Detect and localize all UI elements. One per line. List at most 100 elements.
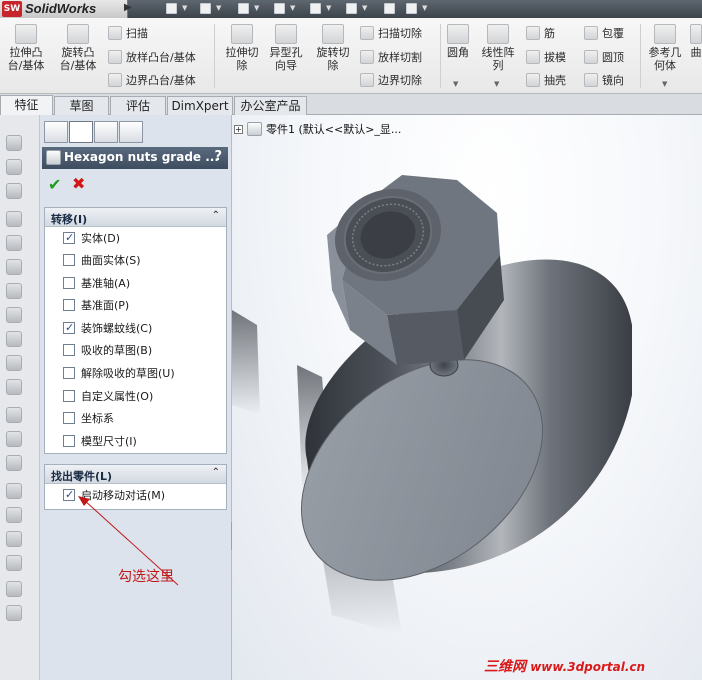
option-surface-bodies[interactable]: 曲面实体(S): [63, 252, 141, 268]
option-unabsorbed-sketches[interactable]: 解除吸收的草图(U): [63, 365, 175, 381]
shell-button[interactable]: 抽壳: [526, 71, 566, 89]
toolbar-pattern-icon[interactable]: [6, 355, 22, 371]
toolbar-shell-icon[interactable]: [6, 307, 22, 323]
checkbox[interactable]: [63, 367, 75, 379]
new-dropdown-icon[interactable]: ▼: [182, 4, 187, 12]
configuration-manager-tab-icon[interactable]: [94, 121, 118, 143]
toolbar-insert-part-icon[interactable]: [6, 483, 22, 499]
feature-manager-tab-icon[interactable]: [44, 121, 68, 143]
loft-boss-button[interactable]: 放样凸台/基体: [108, 48, 196, 66]
toolbar-fillet-icon[interactable]: [6, 235, 22, 251]
checkbox[interactable]: [63, 390, 75, 402]
checkbox[interactable]: [63, 344, 75, 356]
app-logo-area[interactable]: SW SolidWorks ▶: [0, 0, 132, 18]
tab-dimxpert[interactable]: DimXpert: [167, 96, 233, 115]
reference-dropdown-icon[interactable]: ▼: [662, 80, 667, 88]
checkbox[interactable]: [63, 231, 75, 244]
linear-pattern-button[interactable]: 线性阵 列: [478, 24, 518, 72]
transfer-group-header[interactable]: 转移(I) ⌃: [45, 208, 226, 227]
toolbar-sheet-icon[interactable]: [6, 581, 22, 597]
toolbar-chamfer-icon[interactable]: [6, 259, 22, 275]
open-dropdown-icon[interactable]: ▼: [216, 4, 221, 12]
toolbar-weld-icon[interactable]: [6, 605, 22, 621]
checkbox[interactable]: [63, 321, 75, 334]
revolve-cut-button[interactable]: 旋转切 除: [312, 24, 354, 72]
sweep-cut-button[interactable]: 扫描切除: [360, 24, 422, 42]
option-solid-bodies[interactable]: 实体(D): [63, 230, 120, 246]
hole-wizard-button[interactable]: 异型孔 向导: [266, 24, 306, 72]
toolbar-split-icon[interactable]: [6, 507, 22, 523]
option-custom-properties[interactable]: 自定义属性(O): [63, 388, 153, 404]
sweep-button[interactable]: 扫描: [108, 24, 148, 42]
toolbar-revolve-icon[interactable]: [6, 159, 22, 175]
options-dropdown-icon[interactable]: ▼: [422, 4, 427, 12]
rib-button[interactable]: 筋: [526, 24, 555, 42]
save-icon[interactable]: [236, 2, 252, 16]
print-icon[interactable]: [272, 2, 288, 16]
boundary-boss-button[interactable]: 边界凸台/基体: [108, 71, 196, 89]
tab-evaluate[interactable]: 评估: [110, 96, 166, 115]
menu-arrow-icon[interactable]: ▶: [124, 2, 134, 16]
option-planes[interactable]: 基准面(P): [63, 297, 129, 313]
checkbox[interactable]: [63, 299, 75, 311]
checkbox[interactable]: [63, 412, 75, 424]
option-cosmetic-threads[interactable]: 装饰螺蚊线(C): [63, 320, 152, 336]
graphics-area[interactable]: + 零件1 (默认<<默认>_显...: [232, 115, 702, 680]
checkbox[interactable]: [63, 254, 75, 266]
toolbar-dome-icon[interactable]: [6, 379, 22, 395]
reference-geometry-button[interactable]: 参考几 何体: [644, 24, 686, 72]
extrude-boss-button[interactable]: 拉伸凸 台/基体: [6, 24, 46, 72]
tab-features[interactable]: 特征: [0, 95, 53, 116]
toolbar-point-icon[interactable]: [6, 455, 22, 471]
checkbox[interactable]: [63, 488, 75, 501]
toolbar-draft-icon[interactable]: [6, 331, 22, 347]
tab-sketch[interactable]: 草图: [54, 96, 109, 115]
tab-office-products[interactable]: 办公室产品: [234, 96, 307, 115]
mirror-button[interactable]: 镜向: [584, 71, 624, 89]
draft-button[interactable]: 拔模: [526, 48, 566, 66]
toolbar-plane-icon[interactable]: [6, 407, 22, 423]
option-axes[interactable]: 基准轴(A): [63, 275, 130, 291]
fillet-button[interactable]: 圆角: [443, 24, 473, 59]
toolbar-combine-icon[interactable]: [6, 555, 22, 571]
fillet-dropdown-icon[interactable]: ▼: [453, 80, 458, 88]
dome-button[interactable]: 圆顶: [584, 48, 624, 66]
select-arrow-icon[interactable]: [344, 2, 360, 16]
ok-checkmark-icon[interactable]: ✔: [48, 175, 61, 194]
locate-part-group-header[interactable]: 找出零件(L) ⌃: [45, 465, 226, 484]
cancel-x-icon[interactable]: ✖: [72, 174, 85, 193]
option-model-dimensions[interactable]: 模型尺寸(I): [63, 433, 137, 449]
print-dropdown-icon[interactable]: ▼: [290, 4, 295, 12]
open-folder-icon[interactable]: [198, 2, 214, 16]
property-manager-tab-icon[interactable]: [69, 121, 93, 143]
wrap-button[interactable]: 包覆: [584, 24, 624, 42]
revolve-boss-button[interactable]: 旋转凸 台/基体: [57, 24, 99, 72]
extrude-cut-button[interactable]: 拉伸切 除: [222, 24, 262, 72]
boundary-cut-button[interactable]: 边界切除: [360, 71, 422, 89]
new-document-icon[interactable]: [164, 2, 180, 16]
toolbar-move-icon[interactable]: [6, 531, 22, 547]
select-dropdown-icon[interactable]: ▼: [362, 4, 367, 12]
loft-cut-button[interactable]: 放样切割: [360, 48, 422, 66]
help-icon[interactable]: ?: [214, 149, 222, 164]
options-icon[interactable]: [404, 2, 420, 16]
collapse-chevron-icon[interactable]: ⌃: [212, 467, 220, 478]
undo-icon[interactable]: [308, 2, 324, 16]
pattern-dropdown-icon[interactable]: ▼: [494, 80, 499, 88]
collapse-chevron-icon[interactable]: ⌃: [212, 210, 220, 221]
toolbar-cut-icon[interactable]: [6, 211, 22, 227]
dimxpert-manager-tab-icon[interactable]: [119, 121, 143, 143]
checkbox[interactable]: [63, 435, 75, 447]
toolbar-axis-icon[interactable]: [6, 431, 22, 447]
option-launch-move-dialog[interactable]: 启动移动对话(M): [63, 487, 165, 503]
undo-dropdown-icon[interactable]: ▼: [326, 4, 331, 12]
curves-button[interactable]: 曲: [690, 24, 702, 59]
toolbar-rib-icon[interactable]: [6, 283, 22, 299]
option-coordinate-systems[interactable]: 坐标系: [63, 410, 114, 426]
toolbar-extrude-icon[interactable]: [6, 135, 22, 151]
toolbar-loft-icon[interactable]: [6, 183, 22, 199]
option-absorbed-sketches[interactable]: 吸收的草图(B): [63, 342, 152, 358]
save-dropdown-icon[interactable]: ▼: [254, 4, 259, 12]
rebuild-icon[interactable]: [382, 2, 398, 16]
checkbox[interactable]: [63, 277, 75, 289]
